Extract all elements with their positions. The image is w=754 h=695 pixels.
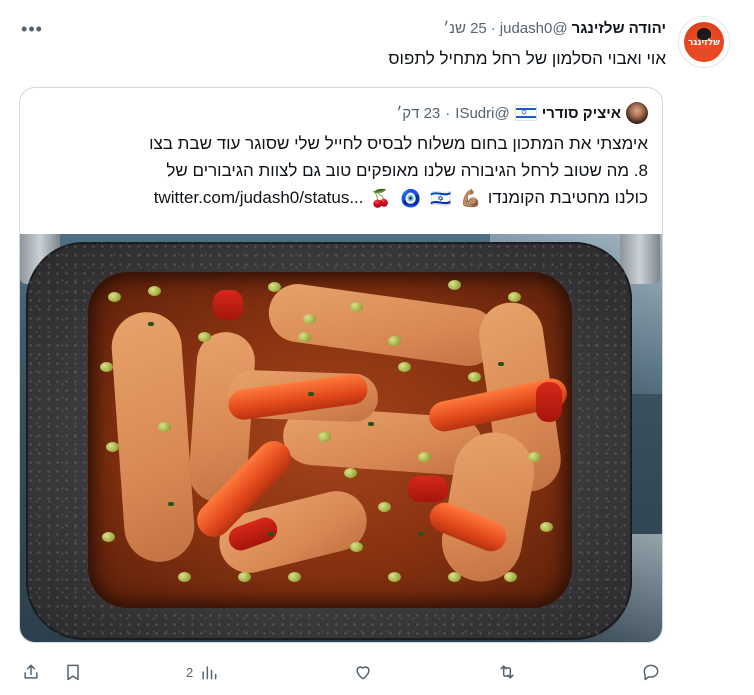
more-options-button[interactable]: ••• <box>20 19 44 39</box>
tweet-time[interactable]: 25 שנ׳ <box>443 20 486 37</box>
flexed-biceps-emoji-icon: 💪🏽 <box>459 189 482 209</box>
israel-flag-emoji-icon: 🇮🇱 <box>430 189 452 209</box>
reply-button[interactable] <box>641 654 661 690</box>
tweet-header: יהודה שלזינגר @judash0 · 25 שנ׳ <box>443 20 666 37</box>
share-button[interactable] <box>21 654 41 690</box>
quoted-tweet-header: איציק סודרי ✡ @ISudri · 23 דק׳ <box>396 102 648 124</box>
separator-dot: · <box>490 20 496 37</box>
tweet-actions: 2 <box>0 654 754 690</box>
salmon-dish <box>88 272 572 608</box>
quoted-author-avatar[interactable] <box>626 102 648 124</box>
tweet[interactable]: שלזינגר יהודה שלזינגר @judash0 · 25 שנ׳ … <box>0 0 754 695</box>
quoted-text-line: כולנו מחטיבת הקומנדו 💪🏽 🇮🇱 🧿 🍒 twitter.c… <box>32 184 648 212</box>
quoted-tweet-text: אימצתי את המתכון בחום משלוח לבסיס לחייל … <box>32 130 648 212</box>
author-avatar[interactable]: שלזינגר <box>678 16 730 68</box>
cherries-emoji-icon: 🍒 <box>370 189 392 209</box>
reply-icon <box>643 664 659 681</box>
israel-flag-icon: ✡ <box>514 105 537 121</box>
bookmark-icon <box>67 664 79 681</box>
baking-pan <box>26 242 632 640</box>
author-name[interactable]: יהודה שלזינגר <box>572 20 666 37</box>
quoted-tweet[interactable]: איציק סודרי ✡ @ISudri · 23 דק׳ אימצתי את… <box>19 87 663 643</box>
retweet-icon <box>500 665 514 679</box>
quoted-link[interactable]: twitter.com/judash0/status... <box>154 188 364 207</box>
like-button[interactable] <box>353 654 373 690</box>
quoted-text-line: אימצתי את המתכון בחום משלוח לבסיס לחייל … <box>149 134 648 153</box>
quoted-author-handle[interactable]: @ISudri <box>455 105 509 122</box>
share-icon <box>24 664 38 679</box>
avatar-logo-text: שלזינגר <box>687 38 721 48</box>
separator-dot: · <box>445 104 451 122</box>
quoted-author-name[interactable]: איציק סודרי <box>542 105 621 122</box>
quoted-tweet-time[interactable]: 23 דק׳ <box>396 105 440 122</box>
food-photo[interactable] <box>20 234 662 642</box>
bookmark-button[interactable] <box>63 654 83 690</box>
heart-icon <box>356 666 370 680</box>
quoted-text-fragment: כולנו מחטיבת הקומנדו <box>487 188 648 207</box>
views-count: 2 <box>186 664 194 680</box>
hamsa-emoji-icon: 🧿 <box>400 189 422 209</box>
author-handle[interactable]: @judash0 <box>500 20 568 37</box>
more-dots-icon: ••• <box>21 18 43 39</box>
views-button[interactable]: 2 <box>186 654 219 690</box>
views-chart-icon <box>202 666 217 680</box>
quoted-text-line: 8. מה שטוב לרחל הגיבורה שלנו מאופקים טוב… <box>166 161 648 180</box>
retweet-button[interactable] <box>497 654 517 690</box>
tweet-text: אוי ואבוי הסלמון של רחל מתחיל לתפוס <box>388 49 666 68</box>
